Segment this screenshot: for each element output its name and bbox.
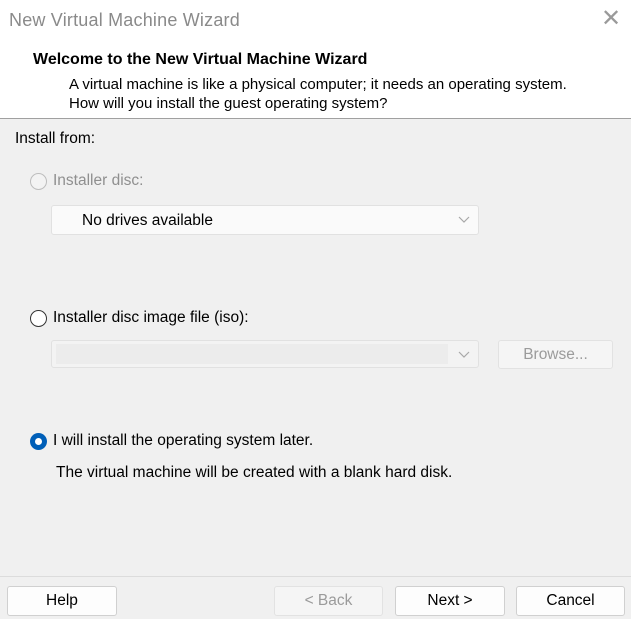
header-title: Welcome to the New Virtual Machine Wizar…	[33, 51, 368, 68]
install-from-label: Install from:	[15, 130, 96, 147]
install-later-label: I will install the operating system late…	[53, 432, 314, 449]
wizard-header: Welcome to the New Virtual Machine Wizar…	[0, 40, 631, 119]
disc-drive-value: No drives available	[82, 212, 213, 229]
cancel-button[interactable]: Cancel	[516, 586, 625, 616]
iso-path-input[interactable]	[56, 344, 448, 364]
iso-file-radio[interactable]	[30, 310, 47, 327]
next-button[interactable]: Next >	[395, 586, 505, 616]
close-icon[interactable]: ✕	[598, 6, 624, 32]
help-button[interactable]: Help	[7, 586, 117, 616]
footer-divider	[0, 576, 631, 577]
install-later-radio[interactable]	[30, 433, 47, 450]
wizard-window: New Virtual Machine Wizard ✕ Welcome to …	[0, 0, 631, 619]
radio-selected-dot	[35, 438, 42, 445]
back-button[interactable]: < Back	[274, 586, 383, 616]
window-title: New Virtual Machine Wizard	[9, 10, 240, 30]
title-bar: New Virtual Machine Wizard ✕	[0, 0, 631, 40]
disc-drive-dropdown[interactable]: No drives available	[51, 205, 479, 235]
header-subtitle: A virtual machine is like a physical com…	[69, 76, 567, 112]
browse-button[interactable]: Browse...	[498, 340, 613, 369]
iso-file-label: Installer disc image file (iso):	[53, 309, 249, 326]
installer-disc-radio[interactable]	[30, 173, 47, 190]
install-later-description: The virtual machine will be created with…	[56, 464, 453, 481]
installer-disc-label: Installer disc:	[53, 172, 144, 189]
iso-path-combobox[interactable]	[51, 340, 479, 368]
chevron-down-icon	[458, 216, 470, 223]
chevron-down-icon	[458, 351, 470, 358]
